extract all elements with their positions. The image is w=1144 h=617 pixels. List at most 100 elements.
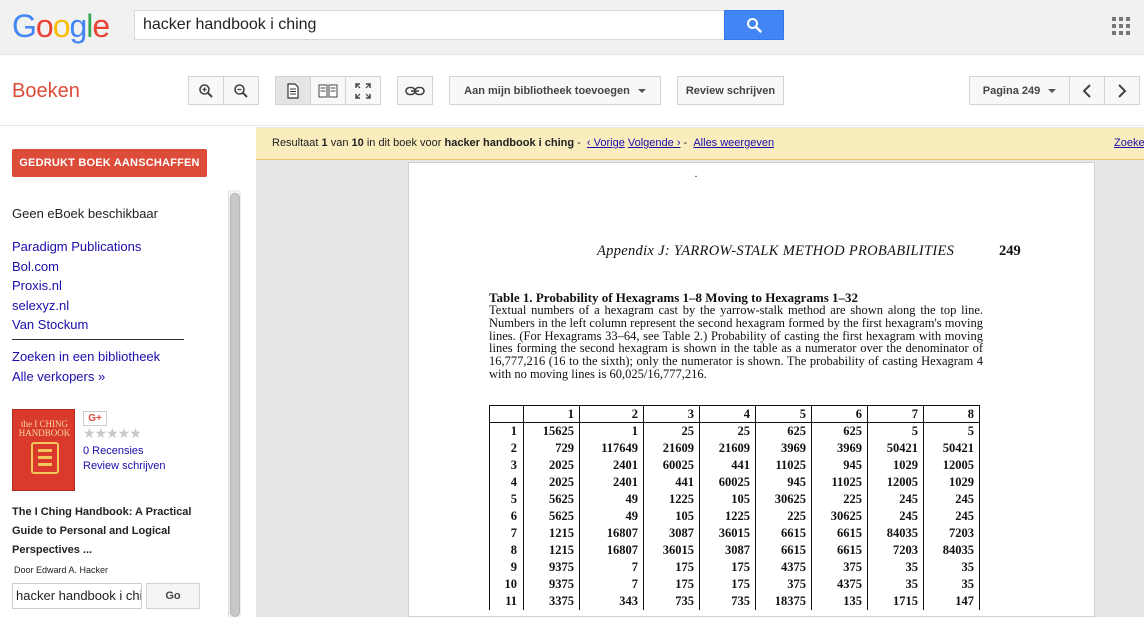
table-body: 1 15625 1 25 25 625 625 5 5 2 729 117649 21609 21609 3…	[489, 422, 980, 610]
next-result-link[interactable]: Volgende ›	[628, 137, 681, 149]
previous-page-button[interactable]	[1069, 76, 1105, 105]
table-cell: 5625	[523, 490, 580, 508]
table-cell: 25	[699, 422, 756, 440]
google-logo[interactable]: Google	[12, 8, 110, 45]
two-page-view-button[interactable]	[310, 76, 346, 105]
table-cell: 1715	[867, 592, 924, 610]
result-in-book: in dit boek voor	[363, 137, 445, 149]
seller-link[interactable]: selexyz.nl	[12, 296, 141, 316]
no-ebook-text: Geen eBoek beschikbaar	[12, 206, 158, 221]
fullscreen-icon	[355, 82, 371, 99]
table-cell: 225	[755, 507, 812, 525]
add-to-library-button[interactable]: Aan mijn bibliotheek toevoegen	[449, 76, 661, 105]
table-row: 6 5625 49 105 1225 225 30625 245 245	[489, 507, 980, 525]
table-cell: 245	[867, 490, 924, 508]
table-cell: 2025	[523, 473, 580, 491]
table-cell: 12005	[867, 473, 924, 491]
logo-letter: g	[69, 8, 87, 44]
link-button[interactable]	[397, 76, 433, 105]
page-mark: ·	[694, 169, 698, 183]
search-button[interactable]	[724, 10, 784, 40]
next-page-button[interactable]	[1104, 76, 1140, 105]
reviews-count-link[interactable]: 0 Recensies	[83, 445, 144, 457]
ding-glyph-icon	[31, 442, 59, 474]
table-cell: 343	[579, 592, 644, 610]
seller-list: Paradigm Publications Bol.com Proxis.nl …	[12, 237, 141, 335]
find-in-library-link[interactable]: Zoeken in een bibliotheek	[12, 347, 160, 367]
row-label: 5	[489, 490, 524, 508]
apps-grid-icon[interactable]	[1112, 17, 1130, 35]
previous-result-link[interactable]: ‹ Vorige	[587, 137, 625, 149]
book-cover[interactable]: the I CHING HANDBOOK	[12, 409, 75, 491]
show-all-results-link[interactable]: Alles weergeven	[693, 137, 774, 149]
table-cell: 945	[755, 473, 812, 491]
table-cell: 84035	[923, 541, 980, 559]
table-cell: 3087	[643, 524, 700, 542]
google-plus-button[interactable]: G+	[83, 411, 107, 426]
write-review-button[interactable]: Review schrijven	[677, 76, 784, 105]
search-input[interactable]: hacker handbook i ching	[134, 10, 724, 40]
books-brand[interactable]: Boeken	[12, 80, 80, 103]
seller-link[interactable]: Bol.com	[12, 257, 141, 277]
table-cell: 1	[579, 422, 644, 440]
table-cell: 729	[523, 439, 580, 457]
table-cell: 36015	[643, 541, 700, 559]
table-row: 8 1215 16807 36015 3087 6615 6615 7203 84035	[489, 541, 980, 559]
table-row: 3 2025 2401 60025 441 11025 945 1029 12005	[489, 456, 980, 474]
table-cell: 375	[755, 575, 812, 593]
column-header: 4	[699, 405, 756, 423]
write-review-link[interactable]: Review schrijven	[83, 460, 166, 472]
table-row: 1 15625 1 25 25 625 625 5 5	[489, 422, 980, 440]
page-select-dropdown[interactable]: Pagina 249	[969, 76, 1070, 105]
chevron-right-icon	[1118, 83, 1127, 98]
search-in-book-input[interactable]: hacker handbook i ching	[12, 583, 142, 609]
scrollbar-thumb[interactable]	[230, 193, 240, 617]
table-cell: 7203	[867, 541, 924, 559]
zoom-in-button[interactable]	[188, 76, 224, 105]
table-cell: 175	[643, 558, 700, 576]
table-cell: 18375	[755, 592, 812, 610]
probability-table: 12345678 1 15625 1 25 25 625 625 5 5 2 729 117649 21…	[489, 405, 980, 610]
table-cell: 35	[923, 575, 980, 593]
table-cell: 135	[811, 592, 868, 610]
search-icon	[747, 18, 762, 33]
result-query: hacker handbook i ching	[444, 137, 575, 149]
table-cell: 3375	[523, 592, 580, 610]
row-label: 10	[489, 575, 524, 593]
table-cell: 625	[811, 422, 868, 440]
buy-print-book-button[interactable]: GEDRUKT BOEK AANSCHAFFEN	[12, 149, 207, 177]
table-cell: 7203	[923, 524, 980, 542]
go-button[interactable]: Go	[146, 583, 200, 609]
search-result-bar: Resultaat 1 van 10 in dit boek voor hack…	[256, 128, 1144, 160]
table-cell: 105	[699, 490, 756, 508]
seller-link[interactable]: Van Stockum	[12, 315, 141, 335]
row-label: 9	[489, 558, 524, 576]
table-cell: 11025	[811, 473, 868, 491]
column-header: 6	[811, 405, 868, 423]
chevron-left-icon	[1082, 83, 1091, 98]
seller-link[interactable]: Proxis.nl	[12, 276, 141, 296]
table-cell: 16807	[579, 524, 644, 542]
column-header	[489, 405, 524, 423]
table-cell: 60025	[699, 473, 756, 491]
fullscreen-button[interactable]	[345, 76, 381, 105]
table-cell: 30625	[811, 507, 868, 525]
star-rating[interactable]: ★★★★★	[83, 425, 142, 442]
zoom-out-button[interactable]	[223, 76, 259, 105]
book-page: · Appendix J: YARROW-STALK METHOD PROBAB…	[408, 162, 1095, 617]
book-author: Door Edward A. Hacker	[14, 565, 109, 575]
table-cell: 36015	[699, 524, 756, 542]
row-label: 2	[489, 439, 524, 457]
running-head: Appendix J: YARROW-STALK METHOD PROBABIL…	[597, 243, 955, 259]
logo-letter: G	[12, 8, 37, 44]
seller-link[interactable]: Paradigm Publications	[12, 237, 141, 257]
table-cell: 2401	[579, 473, 644, 491]
column-header: 8	[923, 405, 980, 423]
table-row: 7 1215 16807 3087 36015 6615 6615 84035 7203	[489, 524, 980, 542]
single-page-view-button[interactable]	[275, 76, 311, 105]
search-link[interactable]: Zoeke	[1114, 137, 1144, 149]
table-cell: 9375	[523, 575, 580, 593]
all-sellers-link[interactable]: Alle verkopers »	[12, 367, 160, 387]
write-review-label: Review schrijven	[685, 84, 776, 97]
table-header-row: 12345678	[489, 405, 980, 423]
